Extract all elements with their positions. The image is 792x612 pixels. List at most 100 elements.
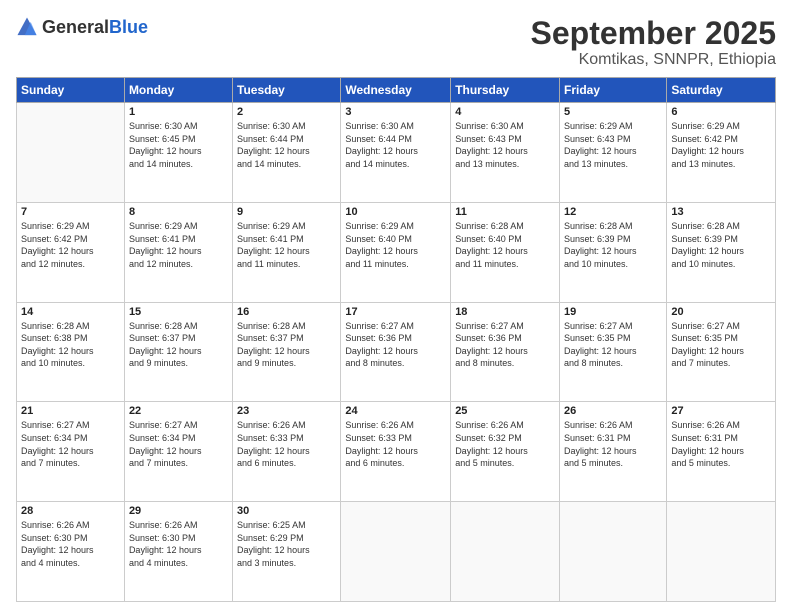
- calendar-cell: 2Sunrise: 6:30 AMSunset: 6:44 PMDaylight…: [233, 103, 341, 203]
- day-info: Sunrise: 6:28 AMSunset: 6:37 PMDaylight:…: [129, 320, 228, 370]
- day-info: Sunrise: 6:27 AMSunset: 6:35 PMDaylight:…: [671, 320, 771, 370]
- calendar-cell: 17Sunrise: 6:27 AMSunset: 6:36 PMDayligh…: [341, 302, 451, 402]
- day-info: Sunrise: 6:26 AMSunset: 6:30 PMDaylight:…: [21, 519, 120, 569]
- calendar-cell: 18 Sunrise: 6:27 AMSunset: 6:36 PMDayligh…: [451, 302, 560, 402]
- calendar-cell: 7 Sunrise: 6:29 AMSunset: 6:42 PMDaylight…: [17, 202, 125, 302]
- logo-general-text: General: [42, 17, 109, 37]
- week-row-4: 21 Sunrise: 6:27 AMSunset: 6:34 PMDayligh…: [17, 402, 776, 502]
- day-number: 5: [564, 106, 662, 118]
- day-info: Sunrise: 6:29 AMSunset: 6:43 PMDaylight:…: [564, 120, 662, 170]
- day-number: 30: [237, 505, 336, 517]
- calendar-cell: 1Sunrise: 6:30 AMSunset: 6:45 PMDaylight…: [124, 103, 232, 203]
- title-block: September 2025 Komtikas, SNNPR, Ethiopia: [531, 16, 776, 69]
- logo: GeneralBlue: [16, 16, 148, 38]
- day-info: Sunrise: 6:26 AMSunset: 6:31 PMDaylight:…: [671, 419, 771, 469]
- calendar-cell: 24 Sunrise: 6:26 AMSunset: 6:33 PMDayligh…: [341, 402, 451, 502]
- day-info: Sunrise: 6:29 AMSunset: 6:42 PMDaylight:…: [671, 120, 771, 170]
- logo-icon: [16, 16, 38, 38]
- day-number: 4: [455, 106, 555, 118]
- calendar-cell: 3 Sunrise: 6:30 AMSunset: 6:44 PMDaylight…: [341, 103, 451, 203]
- day-info: Sunrise: 6:27 AMSunset: 6:36 PMDaylight:…: [455, 320, 555, 370]
- calendar-cell: 23Sunrise: 6:26 AMSunset: 6:33 PMDayligh…: [233, 402, 341, 502]
- location-title: Komtikas, SNNPR, Ethiopia: [531, 51, 776, 69]
- day-number: 13: [671, 206, 771, 218]
- day-info: Sunrise: 6:28 AMSunset: 6:40 PMDaylight:…: [455, 220, 555, 270]
- day-number: 8: [129, 206, 228, 218]
- weekday-header-friday: Friday: [560, 78, 667, 103]
- calendar-cell: 16 Sunrise: 6:28 AMSunset: 6:37 PMDayligh…: [233, 302, 341, 402]
- day-number: 21: [21, 405, 120, 417]
- day-number: 28: [21, 505, 120, 517]
- day-info: Sunrise: 6:27 AMSunset: 6:34 PMDaylight:…: [21, 419, 120, 469]
- calendar-cell: 5 Sunrise: 6:29 AMSunset: 6:43 PMDaylight…: [560, 103, 667, 203]
- day-number: 19: [564, 306, 662, 318]
- calendar-cell: 14 Sunrise: 6:28 AMSunset: 6:38 PMDayligh…: [17, 302, 125, 402]
- day-number: 11: [455, 206, 555, 218]
- day-number: 27: [671, 405, 771, 417]
- day-info: Sunrise: 6:29 AMSunset: 6:41 PMDaylight:…: [237, 220, 336, 270]
- day-number: 25: [455, 405, 555, 417]
- calendar-cell: 30 Sunrise: 6:25 AMSunset: 6:29 PMDayligh…: [233, 502, 341, 602]
- calendar-cell: 26Sunrise: 6:26 AMSunset: 6:31 PMDayligh…: [560, 402, 667, 502]
- day-info: Sunrise: 6:29 AMSunset: 6:40 PMDaylight:…: [345, 220, 446, 270]
- day-info: Sunrise: 6:26 AMSunset: 6:30 PMDaylight:…: [129, 519, 228, 569]
- calendar-cell: 9 Sunrise: 6:29 AMSunset: 6:41 PMDaylight…: [233, 202, 341, 302]
- day-info: Sunrise: 6:28 AMSunset: 6:37 PMDaylight:…: [237, 320, 336, 370]
- day-info: Sunrise: 6:26 AMSunset: 6:33 PMDaylight:…: [237, 419, 336, 469]
- week-row-5: 28 Sunrise: 6:26 AMSunset: 6:30 PMDayligh…: [17, 502, 776, 602]
- day-number: 22: [129, 405, 228, 417]
- day-number: 20: [671, 306, 771, 318]
- day-info: Sunrise: 6:29 AMSunset: 6:41 PMDaylight:…: [129, 220, 228, 270]
- day-info: Sunrise: 6:25 AMSunset: 6:29 PMDaylight:…: [237, 519, 336, 569]
- calendar-cell: 28 Sunrise: 6:26 AMSunset: 6:30 PMDayligh…: [17, 502, 125, 602]
- calendar-cell: 27 Sunrise: 6:26 AMSunset: 6:31 PMDayligh…: [667, 402, 776, 502]
- month-title: September 2025: [531, 16, 776, 51]
- calendar-cell: 13 Sunrise: 6:28 AMSunset: 6:39 PMDayligh…: [667, 202, 776, 302]
- day-number: 15: [129, 306, 228, 318]
- day-number: 14: [21, 306, 120, 318]
- day-info: Sunrise: 6:26 AMSunset: 6:33 PMDaylight:…: [345, 419, 446, 469]
- weekday-header-saturday: Saturday: [667, 78, 776, 103]
- day-number: 16: [237, 306, 336, 318]
- week-row-2: 7 Sunrise: 6:29 AMSunset: 6:42 PMDaylight…: [17, 202, 776, 302]
- day-info: Sunrise: 6:29 AMSunset: 6:42 PMDaylight:…: [21, 220, 120, 270]
- day-number: 9: [237, 206, 336, 218]
- day-info: Sunrise: 6:28 AMSunset: 6:38 PMDaylight:…: [21, 320, 120, 370]
- weekday-header-wednesday: Wednesday: [341, 78, 451, 103]
- day-info: Sunrise: 6:30 AMSunset: 6:45 PMDaylight:…: [129, 120, 228, 170]
- day-number: 7: [21, 206, 120, 218]
- day-info: Sunrise: 6:27 AMSunset: 6:36 PMDaylight:…: [345, 320, 446, 370]
- calendar-cell: [17, 103, 125, 203]
- weekday-header-tuesday: Tuesday: [233, 78, 341, 103]
- calendar-cell: 10Sunrise: 6:29 AMSunset: 6:40 PMDayligh…: [341, 202, 451, 302]
- calendar-cell: 15 Sunrise: 6:28 AMSunset: 6:37 PMDayligh…: [124, 302, 232, 402]
- calendar-cell: 4Sunrise: 6:30 AMSunset: 6:43 PMDaylight…: [451, 103, 560, 203]
- day-info: Sunrise: 6:28 AMSunset: 6:39 PMDaylight:…: [564, 220, 662, 270]
- weekday-header-thursday: Thursday: [451, 78, 560, 103]
- day-number: 2: [237, 106, 336, 118]
- logo-blue-text: Blue: [109, 17, 148, 37]
- week-row-3: 14 Sunrise: 6:28 AMSunset: 6:38 PMDayligh…: [17, 302, 776, 402]
- calendar-cell: 19 Sunrise: 6:27 AMSunset: 6:35 PMDayligh…: [560, 302, 667, 402]
- weekday-header-monday: Monday: [124, 78, 232, 103]
- day-info: Sunrise: 6:27 AMSunset: 6:34 PMDaylight:…: [129, 419, 228, 469]
- calendar-cell: 20 Sunrise: 6:27 AMSunset: 6:35 PMDayligh…: [667, 302, 776, 402]
- day-number: 18: [455, 306, 555, 318]
- calendar-cell: 6Sunrise: 6:29 AMSunset: 6:42 PMDaylight…: [667, 103, 776, 203]
- day-info: Sunrise: 6:26 AMSunset: 6:32 PMDaylight:…: [455, 419, 555, 469]
- day-number: 24: [345, 405, 446, 417]
- day-info: Sunrise: 6:30 AMSunset: 6:44 PMDaylight:…: [345, 120, 446, 170]
- weekday-header-sunday: Sunday: [17, 78, 125, 103]
- day-number: 12: [564, 206, 662, 218]
- calendar-cell: [341, 502, 451, 602]
- day-number: 26: [564, 405, 662, 417]
- calendar-cell: 11 Sunrise: 6:28 AMSunset: 6:40 PMDayligh…: [451, 202, 560, 302]
- day-number: 29: [129, 505, 228, 517]
- calendar-cell: 22 Sunrise: 6:27 AMSunset: 6:34 PMDayligh…: [124, 402, 232, 502]
- calendar-cell: 25 Sunrise: 6:26 AMSunset: 6:32 PMDayligh…: [451, 402, 560, 502]
- day-info: Sunrise: 6:27 AMSunset: 6:35 PMDaylight:…: [564, 320, 662, 370]
- calendar-cell: 8 Sunrise: 6:29 AMSunset: 6:41 PMDaylight…: [124, 202, 232, 302]
- calendar-cell: [667, 502, 776, 602]
- day-info: Sunrise: 6:28 AMSunset: 6:39 PMDaylight:…: [671, 220, 771, 270]
- day-number: 3: [345, 106, 446, 118]
